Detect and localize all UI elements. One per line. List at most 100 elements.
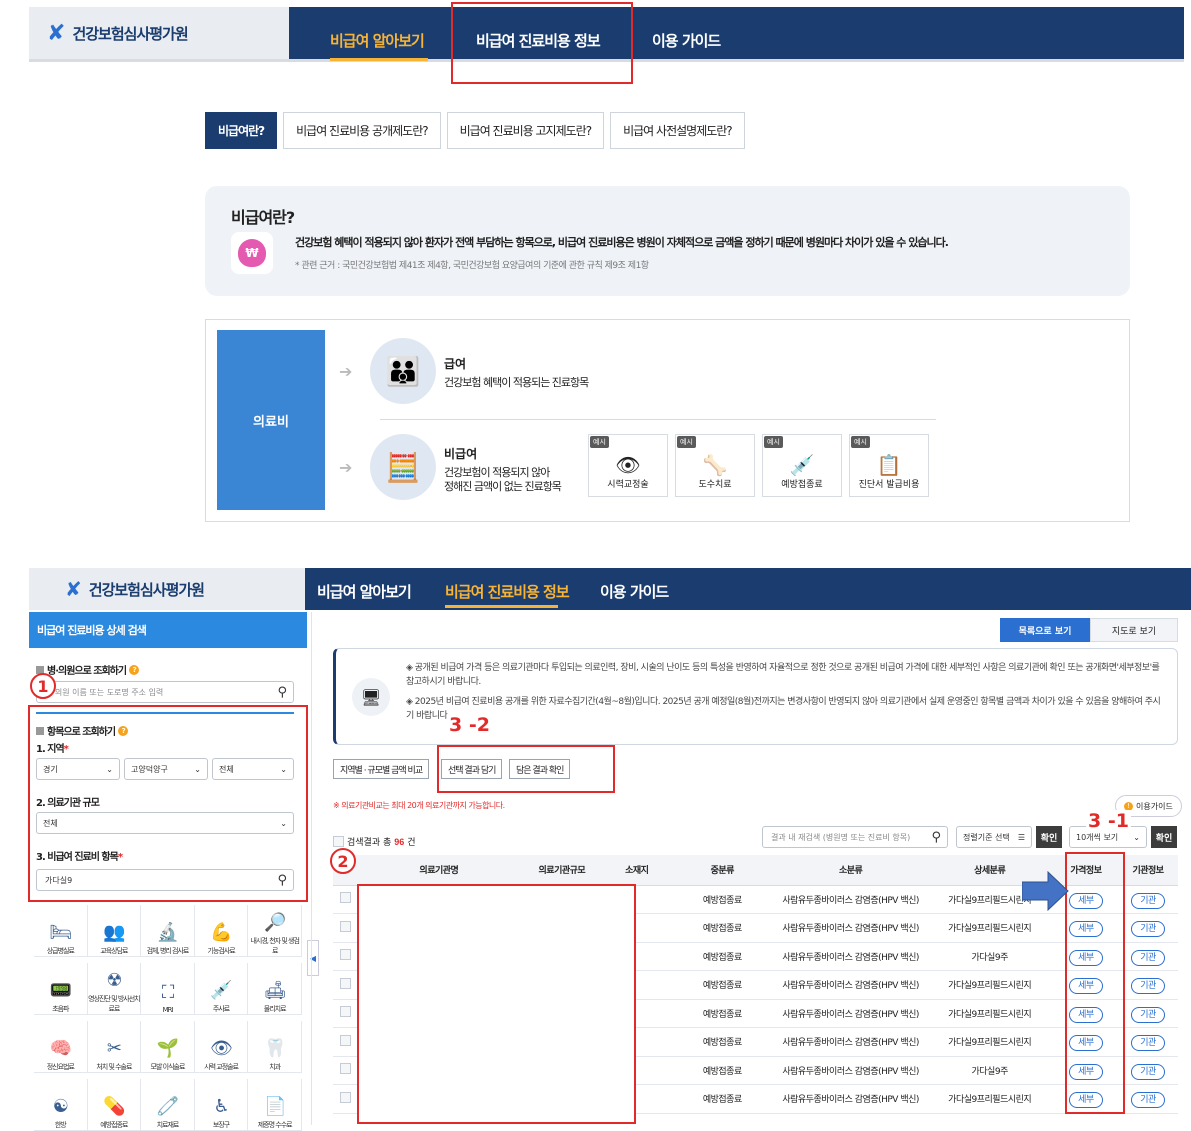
category-label: 한방 (54, 1121, 67, 1129)
category-item[interactable]: 🔎 내시경, 천자 및 생검료 (248, 905, 302, 957)
category-item[interactable]: ☢ 영상진단 및 방사선치료료 (87, 963, 142, 1015)
table-cell: 사람유두종바이러스 감염증(HPV 백신) (775, 913, 926, 943)
category-item[interactable]: 💉 주사료 (194, 963, 249, 1015)
row-checkbox[interactable] (340, 892, 352, 904)
table-cell: 기관 (1118, 913, 1178, 943)
checkbox[interactable] (333, 836, 344, 847)
row-checkbox[interactable] (340, 977, 352, 989)
arrow-icon: ➔ (339, 458, 353, 477)
category-item[interactable]: 🧷 치료재료 (141, 1079, 195, 1131)
annotation-2: 2 (330, 848, 356, 874)
org-info-button[interactable]: 기관 (1131, 1092, 1165, 1109)
page-size-confirm-button[interactable]: 확인 (1151, 826, 1177, 848)
category-item[interactable]: 👁 시력 교정술료 (194, 1021, 249, 1073)
category-item[interactable]: ⛶ MRI (141, 963, 195, 1015)
hospital-search-input[interactable]: 병·의원 이름 또는 도로명 주소 입력 ⚲ (36, 681, 294, 703)
row-checkbox[interactable] (340, 1006, 352, 1018)
info-title: 비급여란? (231, 208, 295, 227)
category-label: 영상진단 및 방사선치료료 (88, 995, 140, 1013)
category-item[interactable]: 👥 교육상담료 (87, 905, 142, 957)
row-checkbox[interactable] (340, 1091, 352, 1103)
org-info-button[interactable]: 기관 (1131, 949, 1165, 966)
table-cell (333, 970, 359, 1000)
tab-disclosure[interactable]: 비급여 진료비용 공개제도란? (283, 112, 441, 149)
org-info-button[interactable]: 기관 (1131, 978, 1165, 995)
search-icon[interactable]: ⚲ (277, 685, 287, 700)
table-cell: 가다실9프리필드시린지 (925, 999, 1054, 1028)
highlight-box-3-1 (1065, 852, 1125, 1114)
table-cell: 예방접종료 (668, 1084, 776, 1114)
row-checkbox[interactable] (340, 949, 352, 961)
category-icon: 💊 (103, 1096, 125, 1117)
annotation-3-1: 3 -1 (1086, 810, 1131, 832)
nav-item-about[interactable]: 비급여 알아보기 (317, 581, 412, 602)
sort-select[interactable]: 정렬기준 선택 ☰ (956, 826, 1032, 848)
category-item[interactable]: 🌱 모발 이식술료 (141, 1021, 195, 1073)
example-tag: 예시 (764, 436, 783, 448)
row-checkbox[interactable] (340, 1063, 352, 1075)
list-view-button[interactable]: 목록으로 보기 (1000, 618, 1090, 642)
tab-prior-explain[interactable]: 비급여 사전설명제도란? (610, 112, 745, 149)
tab-notice[interactable]: 비급여 진료비용 고지제도란? (446, 112, 605, 149)
example-card: 예시 👁 시력교정술 (588, 434, 668, 497)
nav-item-guide[interactable]: 이용 가이드 (600, 581, 669, 602)
table-cell: 예방접종료 (668, 970, 776, 1000)
row-checkbox[interactable] (340, 920, 352, 932)
category-icon: ☯ (52, 1096, 69, 1117)
logo-icon: ✘ (47, 20, 65, 46)
sort-confirm-button[interactable]: 확인 (1036, 826, 1062, 848)
category-label: 처치 및 수술료 (96, 1063, 132, 1071)
example-label: 시력교정술 (607, 480, 649, 490)
org-info-button[interactable]: 기관 (1131, 1006, 1165, 1023)
search-icon[interactable]: ⚲ (931, 830, 941, 845)
table-cell: 가다실9주 (925, 942, 1054, 971)
org-info-button[interactable]: 기관 (1131, 1063, 1165, 1080)
table-cell: 예방접종료 (668, 913, 776, 943)
category-icon: 🌱 (156, 1038, 179, 1059)
table-cell: 기관 (1118, 1056, 1178, 1085)
category-item[interactable]: 🛏 상급병실료 (34, 905, 88, 957)
map-view-button[interactable]: 지도로 보기 (1090, 618, 1178, 642)
nav-underline (445, 605, 558, 608)
row-checkbox[interactable] (340, 1034, 352, 1046)
org-info-button[interactable]: 기관 (1131, 892, 1165, 909)
table-cell: 가다실9프리필드시린지 (925, 970, 1054, 1000)
help-icon[interactable]: ? (129, 664, 140, 675)
category-item[interactable]: 📟 초음파 (34, 963, 88, 1015)
result-search-input[interactable]: 결과 내 재검색 (병원명 또는 진료비 항목) ⚲ (762, 826, 948, 848)
table-cell: 기관 (1118, 1027, 1178, 1057)
category-item[interactable]: 💊 예방접종료 (87, 1079, 142, 1131)
highlight-box-3-2 (437, 745, 615, 793)
category-item[interactable]: 💪 기능검사료 (194, 905, 249, 957)
org-info-button[interactable]: 기관 (1131, 1035, 1165, 1052)
logo[interactable]: ✘ 건강보험심사평가원 (29, 568, 305, 610)
example-card: 예시 🦴 도수치료 (675, 434, 755, 497)
label-text: 병·의원으로 조회하기 (47, 666, 127, 677)
list-icon: ☰ (1017, 832, 1025, 842)
category-item[interactable]: ☯ 한방 (34, 1079, 88, 1131)
logo[interactable]: ✘ 건강보험심사평가원 (29, 7, 289, 59)
table-cell: 사람유두종바이러스 감염증(HPV 백신) (775, 1056, 926, 1085)
category-item[interactable]: 🔬 검체, 병리 검사료 (141, 905, 195, 957)
category-item[interactable]: ✂ 처치 및 수술료 (87, 1021, 142, 1073)
org-info-button[interactable]: 기관 (1131, 921, 1165, 938)
compare-button[interactable]: 지역별 · 규모별 금액 비교 (333, 759, 430, 779)
example-label: 도수치료 (698, 480, 732, 490)
category-label: 초음파 (52, 1005, 69, 1013)
category-item[interactable]: 🛋 물리치료 (248, 963, 302, 1015)
nav-underline (330, 58, 428, 61)
table-cell: 사람유두종바이러스 감염증(HPV 백신) (775, 1027, 926, 1057)
hospital-search-label: 병·의원으로 조회하기? (36, 662, 140, 677)
category-item[interactable]: ♿ 보장구 (194, 1079, 249, 1131)
category-item[interactable]: 🧠 정신요법료 (34, 1021, 88, 1073)
category-label: 정신요법료 (46, 1063, 75, 1071)
nav-item-about[interactable]: 비급여 알아보기 (330, 30, 425, 51)
info-box: 비급여란? ₩ 건강보험 혜택이 적용되지 않아 환자가 전액 부담하는 항목으… (205, 186, 1130, 296)
category-item[interactable]: 🦷 치과 (248, 1021, 302, 1073)
nav-item-guide[interactable]: 이용 가이드 (652, 30, 721, 51)
tab-what-is[interactable]: 비급여란? (205, 112, 278, 149)
category-item[interactable]: 📄 제증명 수수료 (248, 1079, 302, 1131)
nav-item-cost-info[interactable]: 비급여 진료비용 정보 (445, 581, 570, 602)
logo-icon: ✘ (65, 577, 82, 601)
category-icon: ⛶ (161, 982, 175, 1003)
